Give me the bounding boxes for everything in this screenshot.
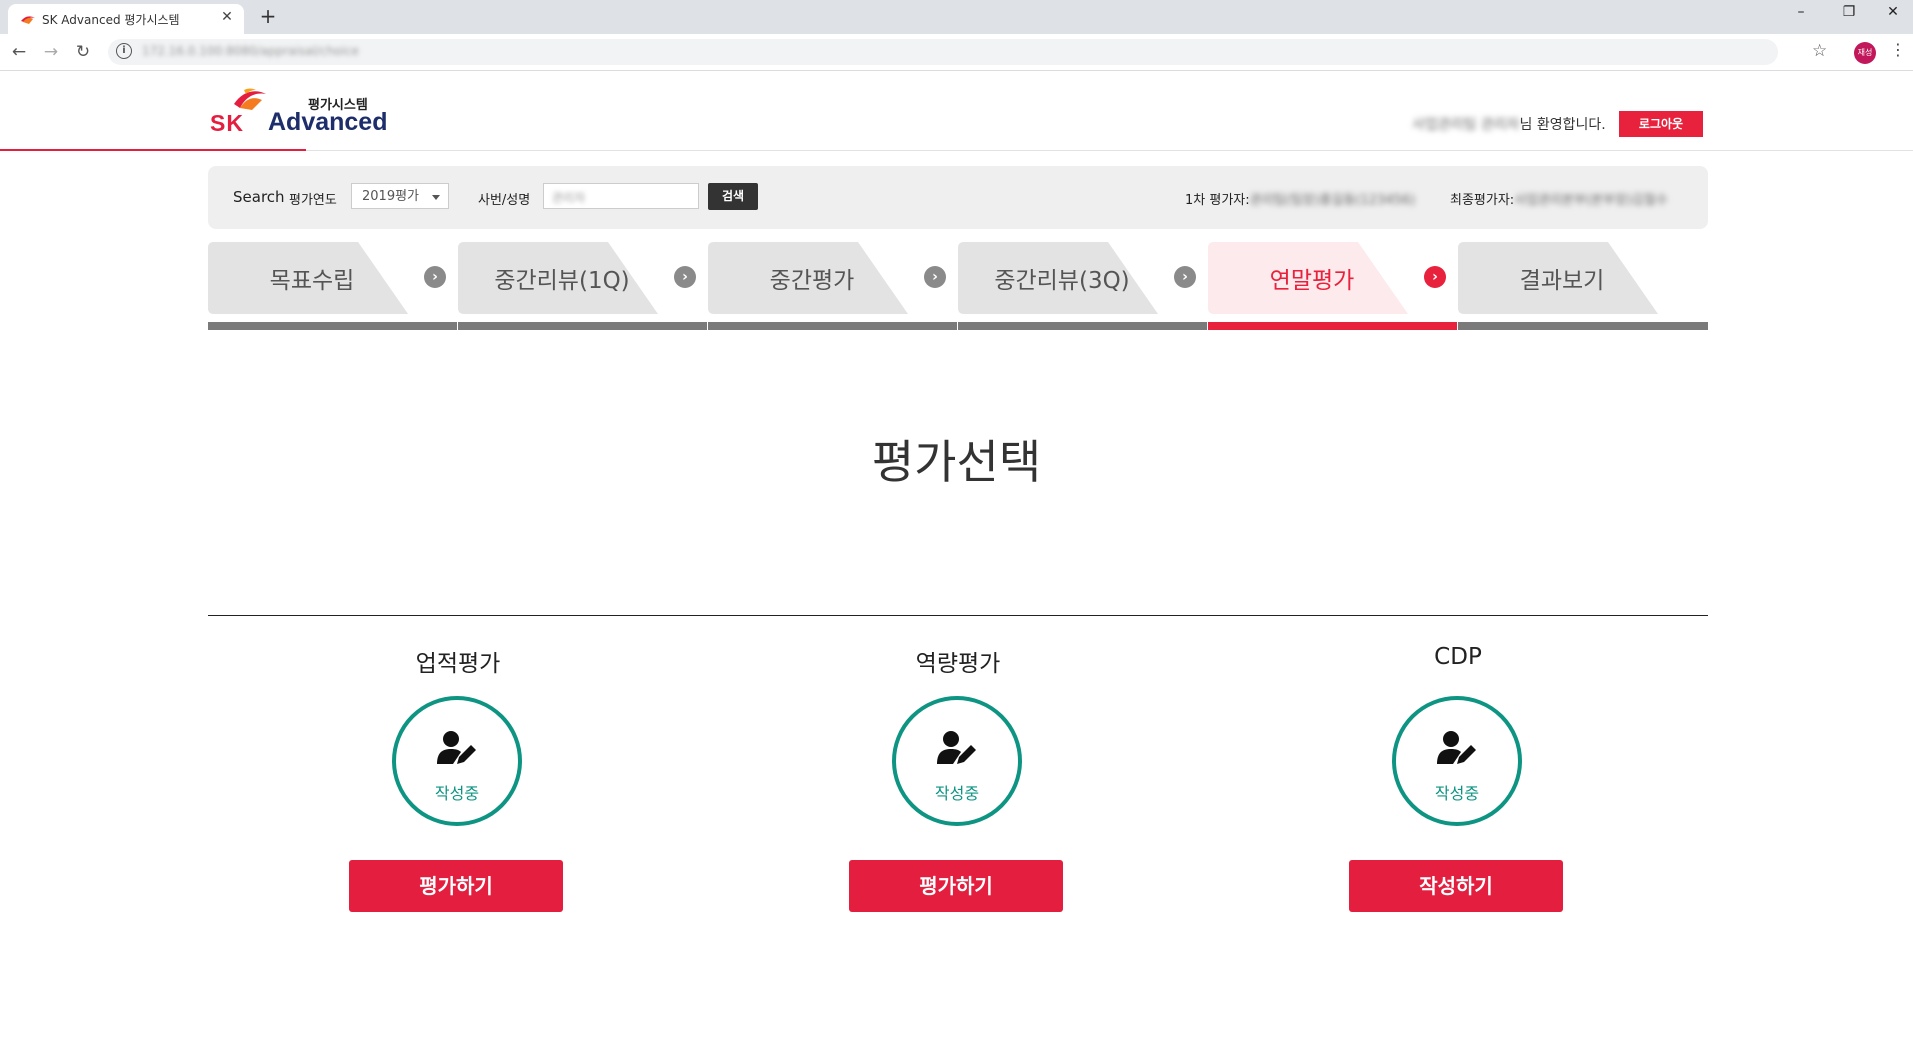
restore-icon[interactable]: ❐ [1829,4,1869,20]
final-rater-label: 최종평가자: [1450,193,1515,208]
step-label: 연말평가 [1269,268,1355,294]
reload-icon[interactable]: ↻ [72,41,94,63]
site-info-icon[interactable]: i [116,43,132,59]
browser-menu-icon[interactable]: ⋮ [1890,40,1906,59]
logout-button[interactable]: 로그아웃 [1619,111,1703,137]
step-year-end-evaluation[interactable]: 연말평가 › [1208,242,1458,330]
step-arrow-icon: › [1174,266,1196,288]
status-circle: 작성중 [392,696,522,826]
dropdown-caret-icon [432,195,440,200]
year-select[interactable]: 2019평가 [351,183,449,209]
logo-advanced-text: Advanced [268,108,388,136]
welcome-message: 사업관리팀 관리자님 환영합니다. [1412,114,1606,134]
header-accent-line [0,149,306,151]
tab-close-icon[interactable]: ✕ [218,9,236,25]
welcome-user: 사업관리팀 관리자 [1412,117,1520,133]
step-label: 중간평가 [769,268,855,294]
new-tab-icon[interactable]: + [256,4,280,28]
search-button[interactable]: 검색 [708,183,758,210]
forward-icon[interactable]: → [40,41,62,63]
step-progress-bar [958,322,1207,330]
card-title: 역량평가 [915,651,1001,677]
step-label: 중간리뷰(3Q) [994,268,1130,294]
back-icon[interactable]: ← [8,41,30,63]
final-rater: 최종평가자:사업관리본부(본부장)김철수 [1450,189,1668,208]
emp-search-input[interactable]: 관리자 [543,183,699,209]
sk-advanced-logo[interactable]: SK 평가시스템 Advanced [210,86,387,142]
bookmark-star-icon[interactable]: ☆ [1812,41,1827,61]
write-button[interactable]: 작성하기 [1349,860,1563,912]
status-text: 작성중 [1434,784,1480,803]
year-label: 평가연도 [289,193,337,208]
search-label: Search [233,188,285,206]
step-navigation: 목표수립 › 중간리뷰(1Q) › 중간평가 › 중간리뷰(3Q) › 연말평가… [208,242,1708,330]
step-midreview-3q[interactable]: 중간리뷰(3Q) › [958,242,1208,330]
step-goal-setting[interactable]: 목표수립 › [208,242,458,330]
step-progress-bar [208,322,457,330]
step-progress-bar [458,322,707,330]
step-progress-bar [708,322,957,330]
step-progress-bar [1208,322,1457,330]
evaluate-button[interactable]: 평가하기 [849,860,1063,912]
card-title: 업적평가 [415,651,501,677]
step-arrow-icon: › [1424,266,1446,288]
status-text: 작성중 [934,784,980,803]
card-competency-evaluation: 역량평가 작성중 평가하기 [808,644,1108,924]
year-select-value: 2019평가 [362,189,420,204]
step-view-results[interactable]: 결과보기 [1458,242,1708,330]
step-label: 결과보기 [1519,268,1605,294]
status-circle: 작성중 [892,696,1022,826]
step-arrow-icon: › [674,266,696,288]
sk-favicon-icon [21,16,35,24]
emp-label: 사번/성명 [478,193,531,208]
final-rater-value: 사업관리본부(본부장)김철수 [1514,193,1668,208]
first-rater: 1차 평가자:관리팀(팀장)홍길동(123456) [1185,189,1415,208]
card-performance-evaluation: 업적평가 작성중 평가하기 [308,644,608,924]
card-cdp: CDP 작성중 작성하기 [1308,644,1608,924]
sk-wing-logo-icon [234,88,266,110]
step-label: 중간리뷰(1Q) [494,268,630,294]
minimize-icon[interactable]: – [1781,4,1821,20]
user-edit-icon [437,731,476,764]
page-title: 평가선택 [871,435,1042,489]
logo-sk-text: SK [210,110,244,136]
browser-toolbar: ← → ↻ i 172.16.0.100:8080/appraisal/choi… [0,34,1913,71]
evaluate-button[interactable]: 평가하기 [349,860,563,912]
first-rater-label: 1차 평가자: [1185,193,1250,208]
profile-avatar[interactable]: 재성 [1854,42,1876,64]
step-label: 목표수립 [269,268,355,294]
header-divider [306,150,1913,151]
welcome-suffix: 님 환영합니다. [1519,117,1606,133]
window-close-icon[interactable]: ✕ [1873,4,1913,20]
first-rater-value: 관리팀(팀장)홍길동(123456) [1249,193,1416,208]
card-title: CDP [1434,644,1482,670]
address-bar[interactable]: i 172.16.0.100:8080/appraisal/choice [108,39,1778,65]
step-progress-bar [1458,322,1708,330]
user-edit-icon [937,731,976,764]
status-circle: 작성중 [1392,696,1522,826]
tab-title: SK Advanced 평가시스템 [42,13,180,27]
step-arrow-icon: › [924,266,946,288]
step-mid-evaluation[interactable]: 중간평가 › [708,242,958,330]
section-divider [208,615,1708,616]
address-url: 172.16.0.100:8080/appraisal/choice [142,44,359,58]
step-arrow-icon: › [424,266,446,288]
search-bar: Search 평가연도 2019평가 사번/성명 관리자 검색 1차 평가자:관… [208,166,1708,229]
browser-tabstrip: SK Advanced 평가시스템 ✕ + – ❐ ✕ [0,0,1913,34]
status-text: 작성중 [434,784,480,803]
browser-tab[interactable]: SK Advanced 평가시스템 ✕ [8,4,244,34]
emp-input-value: 관리자 [552,191,586,205]
user-edit-icon [1437,731,1476,764]
step-midreview-1q[interactable]: 중간리뷰(1Q) › [458,242,708,330]
